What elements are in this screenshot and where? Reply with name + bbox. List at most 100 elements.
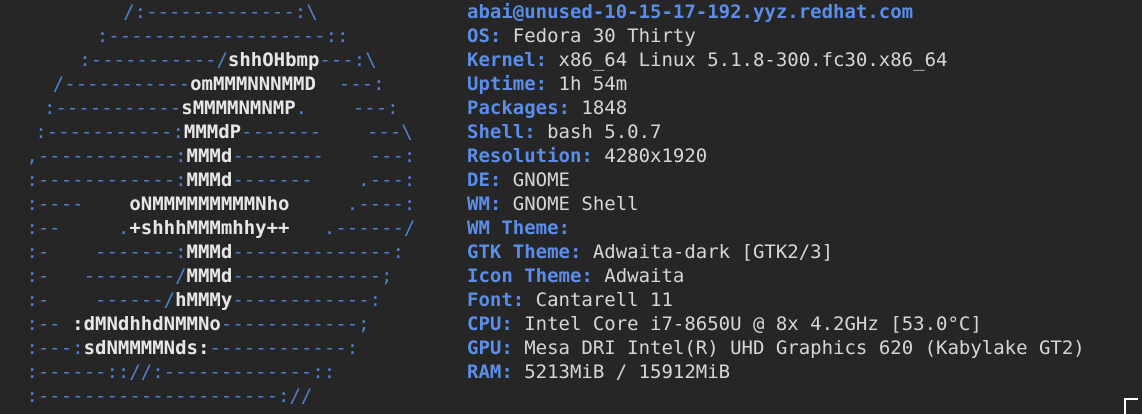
logo-fragment: :-----------/ xyxy=(79,49,228,71)
logo-line: :---:sdNMMMMNds:------------: xyxy=(26,336,358,360)
logo-line: :- --------/MMMd-------------; xyxy=(26,264,392,288)
logo-fragment: ------------: xyxy=(232,289,382,311)
info-row: Kernel: x86_64 Linux 5.1.8-300.fc30.x86_… xyxy=(467,48,947,72)
info-key: OS: xyxy=(467,25,502,47)
logo-fragment: :- -------: xyxy=(26,241,187,263)
info-key: Resolution: xyxy=(467,145,593,167)
logo-fragment: :-- xyxy=(26,313,73,335)
logo-fragment: ------------; xyxy=(220,313,370,335)
info-key: GPU: xyxy=(467,337,513,359)
info-value: 1h 54m xyxy=(547,73,628,95)
logo-line: :-- :dMNdhhdNMMNo------------; xyxy=(26,312,369,336)
logo-line: ,------------:MMMd-------- ---: xyxy=(26,144,415,168)
info-row: Uptime: 1h 54m xyxy=(467,72,627,96)
info-row: WM Theme: xyxy=(467,216,570,240)
logo-fragment: /:-------------:\ xyxy=(123,1,318,23)
logo-fragment: .----: xyxy=(289,193,416,215)
logo-fragment-bright: hMMMy xyxy=(175,289,233,311)
mouse-cursor-icon xyxy=(1124,398,1138,414)
logo-line: :-----------sMMMMNMNMP. ---: xyxy=(44,96,399,120)
info-row: GTK Theme: Adwaita-dark [GTK2/3] xyxy=(467,240,833,264)
logo-fragment-bright: :dMNdhhdNMMNo xyxy=(72,313,221,335)
logo-fragment-bright: sMMMMNMNMP xyxy=(181,97,296,119)
logo-line: :-------------------:: xyxy=(97,24,349,48)
logo-fragment: ------------: xyxy=(209,337,359,359)
logo-fragment-bright: +shhhMMMmhhy++ xyxy=(129,217,290,239)
info-key: Font: xyxy=(467,289,525,311)
logo-fragment: /----------- xyxy=(52,73,191,95)
info-value: GNOME Shell xyxy=(501,193,639,215)
info-value: Adwaita-dark [GTK2/3] xyxy=(581,241,834,263)
info-row: Shell: bash 5.0.7 xyxy=(467,120,661,144)
logo-fragment: -------------; xyxy=(232,265,393,287)
logo-line: :-- .+shhhMMMmhhy++ .------/ xyxy=(26,216,415,240)
logo-fragment-bright: MMMd xyxy=(186,265,233,287)
info-key: GTK Theme: xyxy=(467,241,582,263)
logo-fragment: ------- ---\ xyxy=(241,121,413,143)
logo-fragment-bright: omMMMNNNMMD xyxy=(190,73,316,95)
logo-fragment-bright: MMMd xyxy=(186,145,233,167)
info-value: Cantarell 11 xyxy=(524,289,673,311)
logo-fragment: :- ------/ xyxy=(26,289,176,311)
info-row: GPU: Mesa DRI Intel(R) UHD Graphics 620 … xyxy=(467,336,1085,360)
info-key: Uptime: xyxy=(467,73,548,95)
info-key: WM Theme: xyxy=(467,217,570,239)
info-row: RAM: 5213MiB / 15912MiB xyxy=(467,360,730,384)
terminal-window[interactable]: /:-------------:\:-------------------:::… xyxy=(0,0,1142,414)
system-info-panel: abai@unused-10-15-17-192.yyz.redhat.com … xyxy=(467,0,1137,414)
logo-fragment-bright: sdNMMMMNds: xyxy=(83,337,210,359)
logo-line: :------------:MMMd------- .---: xyxy=(26,168,415,192)
logo-fragment: :---- xyxy=(26,193,130,215)
info-row: Icon Theme: Adwaita xyxy=(467,264,684,288)
logo-fragment: -------- ---: xyxy=(232,145,416,167)
logo-line: /-----------omMMMNNNMMD ---: xyxy=(53,72,385,96)
logo-fragment: :- --------/ xyxy=(26,265,187,287)
logo-fragment: ---: xyxy=(315,73,385,95)
logo-fragment: ,------------: xyxy=(26,145,187,167)
info-value: GNOME xyxy=(501,169,570,191)
info-key: Shell: xyxy=(467,121,536,143)
info-row: DE: GNOME xyxy=(467,168,570,192)
user-host-title: abai@unused-10-15-17-192.yyz.redhat.com xyxy=(467,1,914,23)
logo-fragment: . ---: xyxy=(295,97,399,119)
logo-line: :-----------:MMMdP------- ---\ xyxy=(35,120,413,144)
logo-fragment: :-- . xyxy=(26,217,130,239)
logo-fragment-bright: shhOHbmp xyxy=(227,49,320,71)
info-value: Intel Core i7-8650U @ 8x 4.2GHz [53.0°C] xyxy=(512,313,982,335)
logo-fragment: ---:\ xyxy=(319,49,377,71)
logo-fragment: :---------------------:// xyxy=(26,385,313,407)
logo-fragment: :------:://:-------------:: xyxy=(26,361,336,383)
logo-line: :---------------------:// xyxy=(26,384,312,408)
logo-fragment: :------------: xyxy=(26,169,187,191)
logo-fragment: :---: xyxy=(26,337,84,359)
info-row: Packages: 1848 xyxy=(467,96,627,120)
info-value: Fedora 30 Thirty xyxy=(501,25,696,47)
logo-line: :------:://:-------------:: xyxy=(26,360,335,384)
logo-line: /:-------------:\ xyxy=(123,0,317,24)
info-key: Kernel: xyxy=(467,49,548,71)
logo-line: :---- oNMMMMMMMMMNho .----: xyxy=(26,192,415,216)
logo-fragment: .------/ xyxy=(289,217,416,239)
info-key: DE: xyxy=(467,169,502,191)
info-row: Resolution: 4280x1920 xyxy=(467,144,707,168)
info-value: Mesa DRI Intel(R) UHD Graphics 620 (Kaby… xyxy=(512,337,1085,359)
info-value: 1848 xyxy=(569,97,628,119)
info-row: OS: Fedora 30 Thirty xyxy=(467,24,696,48)
info-key: RAM: xyxy=(467,361,513,383)
info-row: WM: GNOME Shell xyxy=(467,192,639,216)
info-key: Packages: xyxy=(467,97,570,119)
logo-fragment: --------------: xyxy=(232,241,404,263)
logo-fragment: ------- .---: xyxy=(232,169,416,191)
info-row: Font: Cantarell 11 xyxy=(467,288,673,312)
logo-fragment: :----------- xyxy=(44,97,182,119)
logo-fragment: :-------------------:: xyxy=(96,25,349,47)
info-row: CPU: Intel Core i7-8650U @ 8x 4.2GHz [53… xyxy=(467,312,982,336)
info-value: 5213MiB / 15912MiB xyxy=(512,361,731,383)
logo-fragment: :-----------: xyxy=(35,121,184,143)
logo-fragment-bright: MMMdP xyxy=(183,121,242,143)
info-key: CPU: xyxy=(467,313,513,335)
logo-fragment-bright: MMMd xyxy=(186,169,233,191)
logo-line: :- ------/hMMMy------------: xyxy=(26,288,381,312)
logo-fragment-bright: oNMMMMMMMMMNho xyxy=(129,193,290,215)
info-value: Adwaita xyxy=(592,265,685,287)
